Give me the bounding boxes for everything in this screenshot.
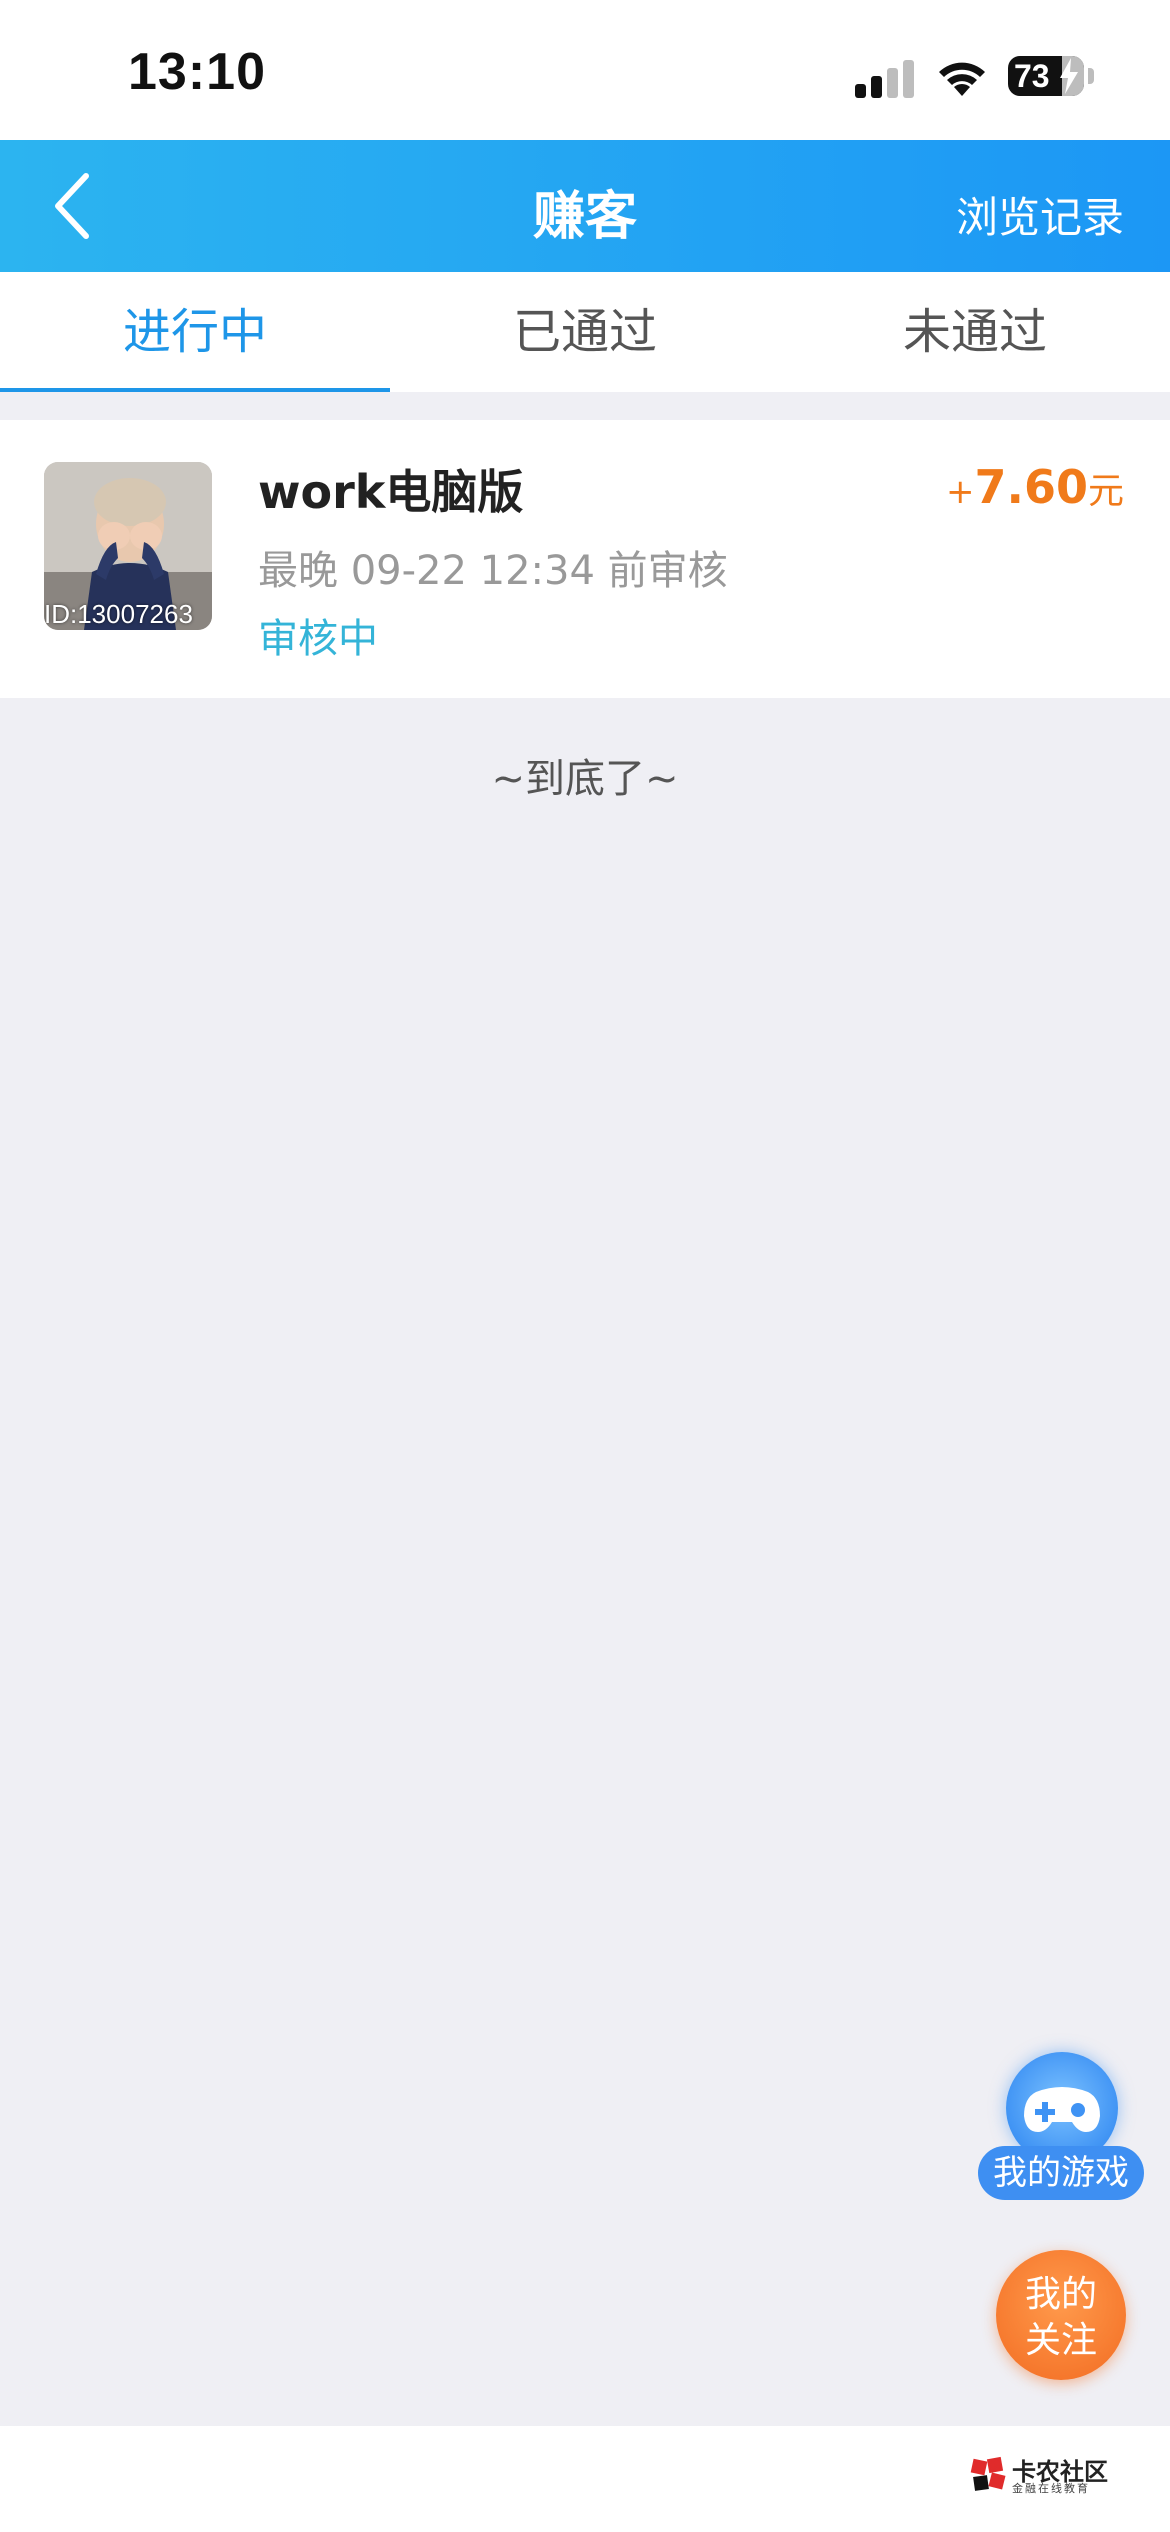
my-follow-line1: 我的	[1024, 2274, 1097, 2315]
task-thumbnail: ID:13007263	[44, 462, 212, 630]
wifi-icon	[939, 62, 985, 96]
cellular-signal-icon	[855, 58, 915, 98]
charging-bolt-icon	[1060, 58, 1078, 94]
tab-approved[interactable]: 已通过	[390, 272, 780, 392]
battery-cap	[1088, 68, 1094, 84]
reward-amount: 7.60	[974, 460, 1088, 514]
reward-plus: +	[945, 472, 975, 512]
my-games-label: 我的游戏	[978, 2146, 1144, 2200]
task-id-label: ID:13007263	[44, 599, 193, 629]
brand-watermark: 卡农社区 金融在线教育	[968, 2448, 1118, 2504]
kanong-logo-icon	[970, 2456, 1006, 2491]
battery-level: 73	[1014, 58, 1050, 94]
bottom-bar: 卡农社区 金融在线教育	[0, 2426, 1170, 2532]
status-time: 13:10	[128, 43, 266, 101]
status-tabs: 进行中 已通过 未通过	[0, 272, 1170, 392]
brand-subtitle: 金融在线教育	[1012, 2482, 1090, 2495]
my-follow-button[interactable]: 我的 关注	[996, 2250, 1126, 2380]
status-bar: 13:10 73	[0, 0, 1170, 140]
nav-bar: 赚客 浏览记录	[0, 140, 1170, 272]
browse-history-button[interactable]: 浏览记录	[956, 184, 1124, 245]
my-follow-line2: 关注	[1024, 2320, 1097, 2361]
my-follow-label: 我的 关注	[996, 2272, 1126, 2364]
task-status: 审核中	[258, 616, 378, 662]
task-card[interactable]: ID:13007263 work电脑版 最晚 09-22 12:34 前审核 审…	[0, 420, 1170, 698]
task-deadline: 最晚 09-22 12:34 前审核	[258, 548, 728, 594]
list-end-text: ~到底了~	[491, 756, 679, 802]
tab-in-progress[interactable]: 进行中	[0, 272, 390, 392]
task-list: ID:13007263 work电脑版 最晚 09-22 12:34 前审核 审…	[0, 420, 1170, 698]
tab-rejected[interactable]: 未通过	[780, 272, 1170, 392]
task-title: work电脑版	[258, 465, 524, 519]
tab-indicator	[0, 388, 390, 392]
task-reward: +7.60元	[946, 460, 1124, 514]
reward-unit: 元	[1087, 471, 1124, 512]
my-games-button[interactable]: 我的游戏	[976, 2052, 1146, 2202]
